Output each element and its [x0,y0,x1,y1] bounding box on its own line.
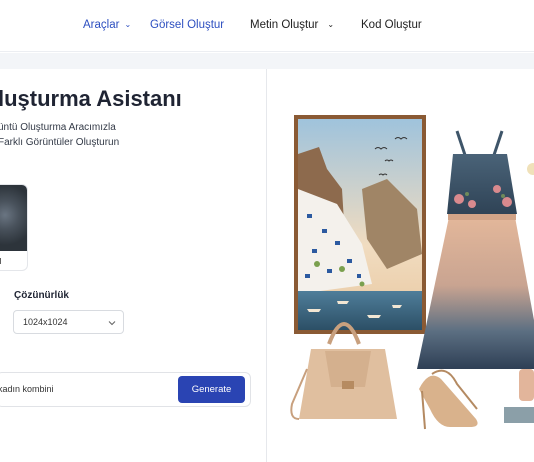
nav-tools-dropdown[interactable]: Araçlar ⌄ [83,19,131,31]
prompt-input-value: kadın kombini [0,384,54,394]
resolution-label: Çözünürlük [14,290,69,301]
top-navigation: Araçlar ⌄ Görsel Oluştur Metin Oluştur ⌄ K… [0,0,534,52]
style-option-label: al [0,257,1,266]
handbag [290,322,397,420]
resolution-select[interactable]: 1024x1024 [13,310,124,334]
nav-code-create[interactable]: Kod Oluştur [361,19,422,31]
page-subtitle-line1: üntü Oluşturma Aracımızla [0,122,116,133]
page-title: luşturma Asistanı [0,86,182,111]
style-thumbnail [0,185,27,251]
shoes [419,369,478,430]
chevron-down-icon: ⌄ [124,20,132,29]
style-option-card[interactable]: al [0,184,28,271]
nav-text-dropdown[interactable]: Metin Oluştur ⌄ [250,19,334,31]
generated-image [290,115,534,430]
chevron-down-icon: ⌄ [327,20,335,29]
resolution-value: 1024x1024 [23,317,68,327]
painting [294,115,426,334]
header-band [0,53,534,69]
nav-image-create[interactable]: Görsel Oluştur [150,19,224,31]
nav-text-label: Metin Oluştur [250,19,319,31]
result-image-panel [267,69,534,462]
chevron-down-icon [108,321,116,326]
generate-button[interactable]: Generate [178,376,245,403]
dress [417,130,534,369]
nav-tools-label: Araçlar [83,19,120,31]
page-subtitle-line2: Farklı Görüntüler Oluşturun [0,137,120,148]
